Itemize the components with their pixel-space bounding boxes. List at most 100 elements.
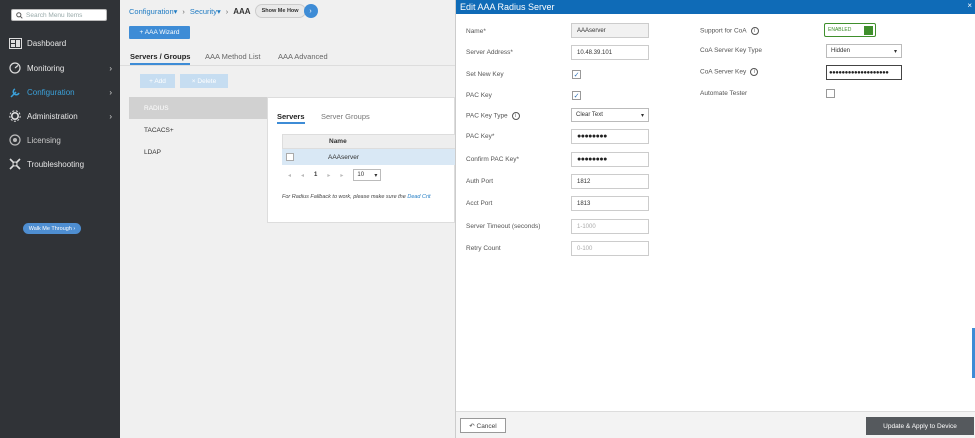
dead-criteria-link[interactable]: Dead Crit [407,194,430,200]
close-icon[interactable]: × [967,1,972,10]
pagination: ◂ ◂ 1 ▸ ▸ 10 ▾ [288,169,382,181]
pac-key-type-label-text: PAC Key Type [466,112,508,120]
cancel-button[interactable]: ↶ Cancel [460,418,506,433]
list-item-ldap[interactable]: LDAP [129,141,267,163]
nav-dashboard[interactable]: Dashboard [0,32,120,54]
add-button[interactable]: + Add [140,74,175,88]
info-icon[interactable]: i [750,27,759,35]
pac-key-type-value: Clear Text [576,112,603,118]
confirm-pac-key-value: ●●●●●●●● [577,156,607,163]
auth-port-field[interactable]: 1812 [571,174,649,189]
retry-count-label: Retry Count [466,245,501,252]
nav-monitoring-label: Monitoring [27,63,65,73]
caret-down-icon[interactable]: ▾ [217,7,221,16]
caret-down-icon: ▾ [374,172,378,179]
tab-servers-groups[interactable]: Servers / Groups [130,52,191,65]
show-me-how-button[interactable]: Show Me How [254,4,306,18]
current-page: 1 [314,172,318,178]
main-content: Configuration ▾ › Security ▾ › AAA Show … [120,0,456,438]
search-input[interactable]: Search Menu Items [11,9,107,21]
tab-server-groups[interactable]: Server Groups [321,112,370,121]
info-icon[interactable]: i [511,112,520,120]
name-label: Name* [466,28,486,35]
update-apply-button[interactable]: Update & Apply to Device [866,417,974,435]
troubleshooting-icon [8,157,22,171]
aaa-wizard-button[interactable]: + AAA Wizard [129,26,190,39]
delete-button[interactable]: × Delete [180,74,228,88]
set-new-key-label: Set New Key [466,71,504,78]
row-name[interactable]: AAAserver [328,154,359,161]
server-timeout-field[interactable]: 1-1000 [571,219,649,234]
table-header: Name [282,134,456,149]
retry-count-field[interactable]: 0-100 [571,241,649,256]
per-page-select[interactable]: 10 ▾ [353,169,382,181]
nav-licensing-label: Licensing [27,135,61,145]
app-root: Search Menu Items Dashboard Monitoring ›… [0,0,975,438]
pac-key-value: ●●●●●●●● [577,133,607,140]
search-placeholder: Search Menu Items [26,11,83,19]
nav-configuration[interactable]: Configuration › [0,81,120,103]
nav-administration[interactable]: Administration › [0,105,120,127]
caret-down-icon[interactable]: ▾ [174,7,178,16]
tab-aaa-advanced[interactable]: AAA Advanced [278,52,328,61]
nav-monitoring[interactable]: Monitoring › [0,57,120,79]
tab-servers[interactable]: Servers [277,112,305,124]
fallback-note-text: For Radius Fallback to work, please make… [282,194,406,200]
name-value: AAAserver [577,27,606,34]
first-page-icon[interactable]: ◂ [288,172,291,179]
pac-key2-label: PAC Key* [466,133,495,140]
coa-key-label: CoA Server Key i [700,68,759,76]
column-name[interactable]: Name [329,138,347,145]
coa-key-type-label: CoA Server Key Type [700,47,763,54]
coa-key-field[interactable]: ●●●●●●●●●●●●●●●●●●● [826,65,902,80]
main-tabs: Servers / Groups AAA Method List AAA Adv… [120,48,455,66]
breadcrumb-configuration[interactable]: Configuration [129,7,174,16]
automate-tester-checkbox[interactable] [826,89,835,98]
support-coa-label-text: Support for CoA [700,27,747,35]
server-address-label: Server Address* [466,49,513,56]
toggle-knob [864,26,873,35]
server-type-list: RADIUS TACACS+ LDAP [129,97,267,163]
breadcrumb-current: AAA [233,6,251,16]
list-item-radius[interactable]: RADIUS [129,97,267,119]
prev-page-icon[interactable]: ◂ [301,172,304,179]
walk-me-through-button[interactable]: Walk Me Through › [23,223,81,234]
sidebar: Search Menu Items Dashboard Monitoring ›… [0,0,120,438]
acct-port-field[interactable]: 1813 [571,196,649,211]
pac-key-checkbox[interactable]: ✓ [572,91,581,100]
coa-key-type-select[interactable]: Hidden ▾ [826,44,902,58]
table-row[interactable]: AAAserver [282,149,456,165]
server-address-field[interactable]: 10.48.39.101 [571,45,649,60]
acct-port-label: Acct Port [466,200,493,207]
last-page-icon[interactable]: ▸ [340,172,343,179]
coa-key-type-value: Hidden [831,48,851,54]
nav-configuration-label: Configuration [27,87,75,97]
breadcrumb: Configuration ▾ › Security ▾ › AAA Show … [129,4,318,18]
breadcrumb-security[interactable]: Security [190,7,217,16]
row-checkbox[interactable] [286,153,294,161]
nav-troubleshooting[interactable]: Troubleshooting [0,153,120,175]
acct-port-value: 1813 [577,200,591,207]
info-icon[interactable]: i [750,68,759,76]
confirm-pac-key-field[interactable]: ●●●●●●●● [571,152,649,167]
pac-key-field[interactable]: ●●●●●●●● [571,129,649,144]
coa-key-value: ●●●●●●●●●●●●●●●●●●● [829,69,889,76]
next-page-icon[interactable]: ▸ [327,172,330,179]
pac-key-label: PAC Key [466,92,492,99]
coa-toggle[interactable]: ENABLED [824,23,876,37]
chevron-right-icon: › [109,111,112,121]
dialog-title: Edit AAA Radius Server [460,2,555,12]
tab-aaa-method-list[interactable]: AAA Method List [205,52,260,61]
name-field: AAAserver [571,23,649,38]
coa-key-label-text: CoA Server Key [700,68,747,76]
licensing-icon [8,133,22,147]
list-item-tacacs[interactable]: TACACS+ [129,119,267,141]
automate-tester-label: Automate Tester [700,90,748,97]
fallback-note: For Radius Fallback to work, please make… [282,194,454,200]
dashboard-icon [8,36,22,50]
nav-licensing[interactable]: Licensing [0,129,120,151]
set-new-key-checkbox[interactable]: ✓ [572,70,581,79]
chevron-right-icon[interactable]: › [303,4,318,18]
pac-key-type-select[interactable]: Clear Text ▾ [571,108,649,122]
search-icon [16,11,23,19]
